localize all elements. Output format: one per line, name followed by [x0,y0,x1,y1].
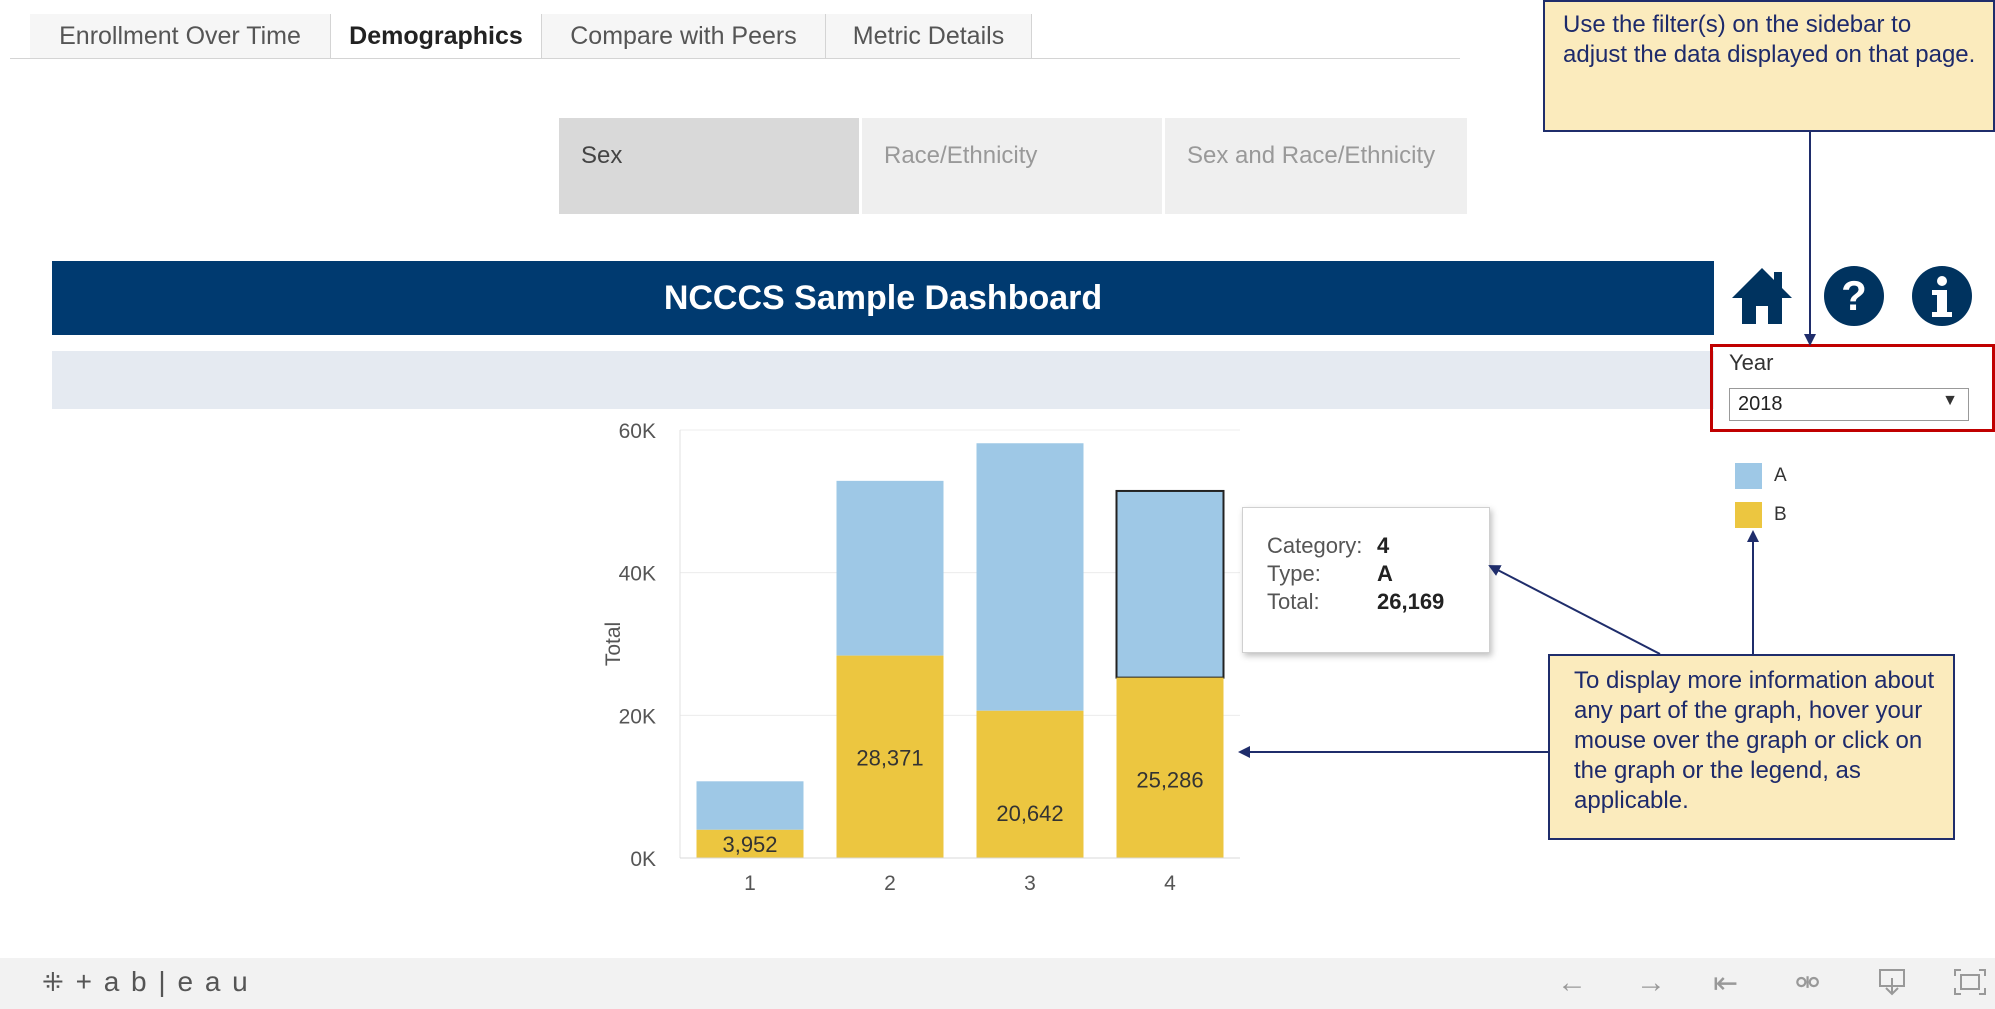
tab-compare-with-peers[interactable]: Compare with Peers [542,14,826,58]
x-tick-label: 2 [884,872,896,895]
year-select[interactable]: 2018 ▼ [1729,388,1969,421]
legend-label-b: B [1774,504,1787,525]
fullscreen-icon[interactable] [1953,966,1987,998]
tableau-footer [0,958,1995,1009]
legend-swatch-a [1735,463,1762,489]
tooltip-category-label: Category: [1267,533,1363,558]
x-tick-label: 1 [744,872,756,895]
subtab-race-ethnicity[interactable]: Race/Ethnicity [862,118,1162,214]
title-band [52,351,1714,409]
svg-text:?: ? [1841,272,1867,319]
tooltip-category-row: Category: 4 [1267,532,1489,560]
chevron-down-icon: ▼ [1942,392,1958,409]
tab-enrollment-over-time[interactable]: Enrollment Over Time [30,14,331,58]
tooltip-type-label: Type: [1267,561,1321,586]
download-icon[interactable] [1876,966,1908,998]
bar-value-label: 3,952 [722,832,777,857]
filter-callout: Use the filter(s) on the sidebar to adju… [1543,0,1995,132]
bar-segment-a[interactable] [696,781,804,830]
subtab-sex-and-race-ethnicity[interactable]: Sex and Race/Ethnicity [1165,118,1467,214]
tab-bar-divider [10,58,1460,59]
tooltip-total-value: 26,169 [1377,589,1445,614]
y-tick-label: 20K [619,705,656,728]
tooltip-type-value: A [1377,561,1393,586]
y-tick-label: 40K [619,563,656,586]
first-icon[interactable]: ⇤ [1713,966,1738,1001]
tooltip-type-row: Type: A [1267,560,1489,588]
y-tick-label: 60K [619,420,656,443]
bar-segment-a[interactable] [1115,489,1225,679]
legend-swatch-b [1735,502,1762,528]
year-filter-label: Year [1729,350,1774,375]
tab-metric-details[interactable]: Metric Details [826,14,1032,58]
bar-value-label: 25,286 [1136,768,1203,793]
info-icon[interactable] [1910,264,1974,328]
bar-segment-a[interactable] [976,443,1084,711]
bar-value-label: 20,642 [996,801,1063,826]
tableau-cross-icon: ⁜ [42,967,66,997]
y-tick-label: 0K [630,848,656,871]
tableau-logo-text: + a b | e a u [75,966,250,997]
help-icon[interactable]: ? [1822,264,1886,328]
arrow-to-tooltip [1488,565,1661,655]
home-icon[interactable] [1730,264,1794,328]
subtab-sex[interactable]: Sex [559,118,859,214]
hover-callout: To display more information about any pa… [1548,654,1955,840]
bar-segment-b[interactable] [976,710,1084,858]
tooltip-total-row: Total: 26,169 [1267,588,1489,616]
year-select-value: 2018 [1738,393,1783,415]
tableau-logo[interactable]: ⁜ + a b | e a u [42,966,250,998]
stacked-bar-chart[interactable]: 0K 20K 40K 60K Total 3,952 1 28,371 2 20,642 3 25,2… [580,420,1260,910]
bar-value-label: 28,371 [856,746,923,771]
tooltip-total-label: Total: [1267,589,1320,614]
forward-icon[interactable]: → [1636,966,1666,1000]
dashboard-title: NCCCS Sample Dashboard [52,261,1714,335]
x-tick-label: 4 [1164,872,1176,895]
tab-demographics[interactable]: Demographics [331,14,542,59]
back-icon[interactable]: ← [1557,966,1587,1000]
share-icon[interactable]: ⚮ [1795,966,1820,1001]
bar-segment-a[interactable] [836,480,944,656]
chart-tooltip: Category: 4 Type: A Total: 26,169 [1242,507,1490,653]
x-tick-label: 3 [1024,872,1036,895]
tooltip-category-value: 4 [1377,533,1390,558]
legend-label-a: A [1774,465,1787,486]
y-axis-title: Total [602,622,625,666]
